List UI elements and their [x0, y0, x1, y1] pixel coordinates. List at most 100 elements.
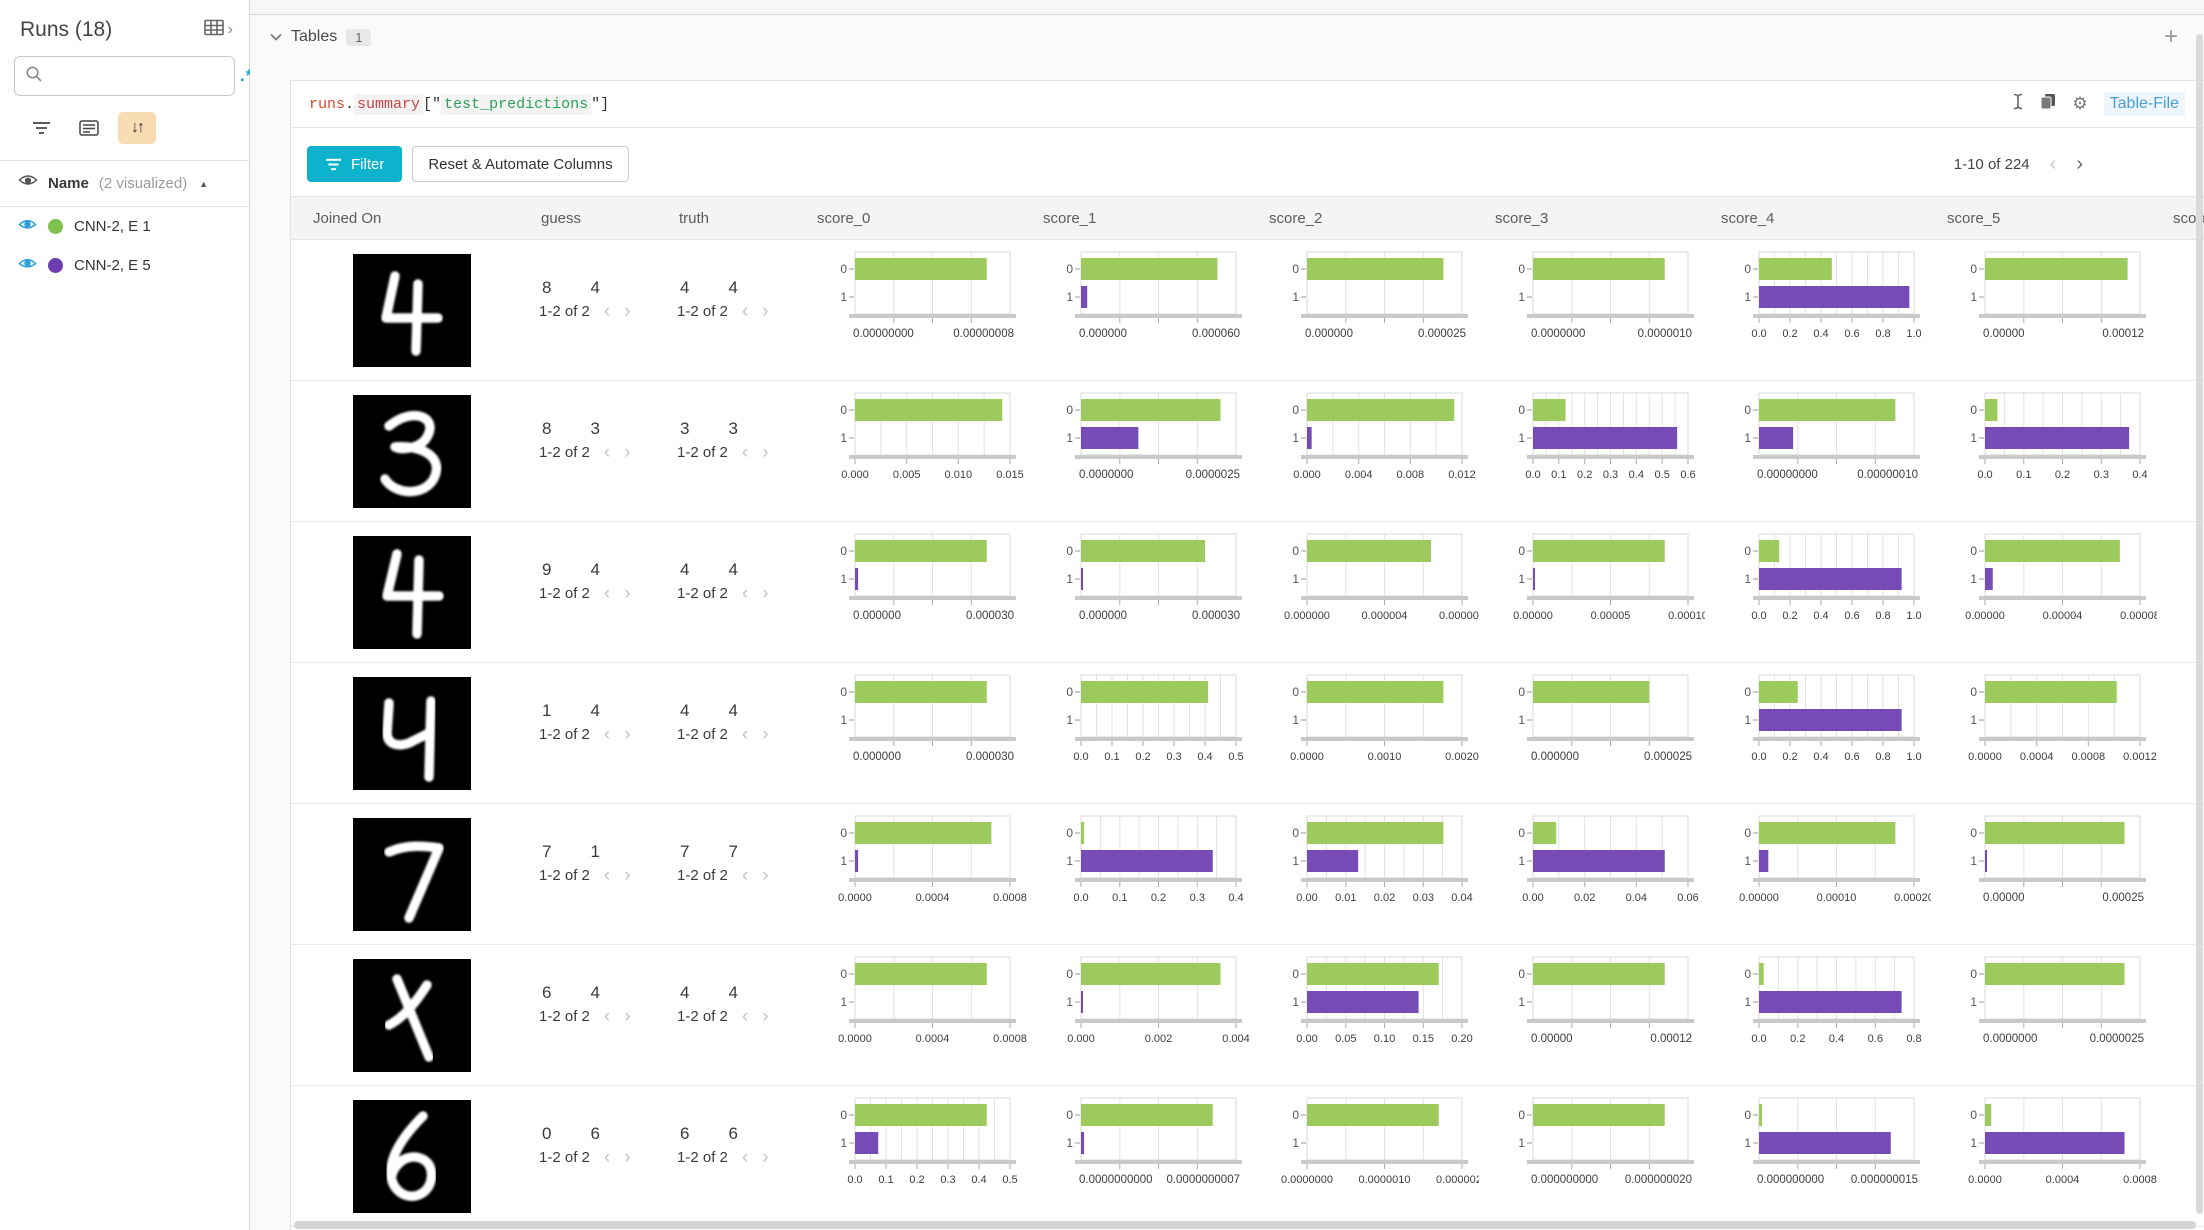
svg-text:0.0020: 0.0020 — [1445, 751, 1479, 763]
svg-text:1: 1 — [840, 431, 847, 445]
next-item-chevron-icon[interactable]: › — [762, 588, 768, 600]
svg-text:0: 0 — [1518, 685, 1525, 699]
filter-funnel-icon[interactable] — [22, 112, 60, 144]
prev-item-chevron-icon[interactable]: ‹ — [604, 729, 610, 741]
score-chart-cell: 010.0000000.000025 — [1489, 663, 1715, 803]
next-item-chevron-icon[interactable]: › — [762, 870, 768, 882]
svg-text:0.03: 0.03 — [1413, 892, 1434, 904]
next-item-chevron-icon[interactable]: › — [762, 306, 768, 318]
guess-cell: 64 1-2 of 2 ‹ › — [535, 945, 673, 1085]
run-visibility-eye-icon[interactable] — [18, 257, 37, 274]
runs-table-grid-icon[interactable] — [204, 19, 226, 42]
next-item-chevron-icon[interactable]: › — [624, 729, 630, 741]
chevron-down-icon[interactable] — [270, 28, 282, 46]
svg-text:0.0000010: 0.0000010 — [1359, 1174, 1411, 1186]
prev-item-chevron-icon[interactable]: ‹ — [742, 1011, 748, 1023]
prev-item-chevron-icon[interactable]: ‹ — [604, 870, 610, 882]
svg-text:0.000000020: 0.000000020 — [1625, 1174, 1692, 1186]
svg-text:0.0000020: 0.0000020 — [1436, 1174, 1479, 1186]
svg-text:0: 0 — [1970, 544, 1977, 558]
handwritten-7-image[interactable] — [353, 818, 471, 931]
handwritten-4-image[interactable] — [353, 677, 471, 790]
prev-item-chevron-icon[interactable]: ‹ — [604, 1011, 610, 1023]
column-header-score_0[interactable]: score_0 — [811, 210, 1037, 227]
score-chart-cell: 010.0000000.000030 — [811, 522, 1037, 662]
column-header-score_1[interactable]: score_1 — [1037, 210, 1263, 227]
prev-item-chevron-icon[interactable]: ‹ — [604, 588, 610, 600]
column-header-score_3[interactable]: score_3 — [1489, 210, 1715, 227]
truth-value: 4 — [728, 983, 737, 1003]
prev-item-chevron-icon[interactable]: ‹ — [742, 447, 748, 459]
prev-page-chevron-icon[interactable]: ‹ — [2050, 157, 2057, 171]
run-visibility-eye-icon[interactable] — [18, 218, 37, 235]
score-chart-cell: 010.00000.00040.00080.0012 — [1941, 663, 2167, 803]
text-cursor-icon[interactable] — [2012, 93, 2024, 115]
score-chart-cell: 010.00.10.20.30.4 — [1941, 381, 2167, 521]
truth-cell: 66 1-2 of 2 ‹ › — [673, 1086, 811, 1226]
column-header-truth[interactable]: truth — [673, 210, 811, 227]
prev-item-chevron-icon[interactable]: ‹ — [742, 306, 748, 318]
search-input[interactable] — [51, 68, 232, 84]
svg-text:1: 1 — [1970, 1136, 1977, 1150]
next-item-chevron-icon[interactable]: › — [624, 1152, 630, 1164]
handwritten-3-image[interactable] — [353, 395, 471, 508]
svg-text:0.00020: 0.00020 — [1894, 892, 1931, 904]
prev-item-chevron-icon[interactable]: ‹ — [604, 447, 610, 459]
svg-text:0.00005: 0.00005 — [1591, 610, 1631, 622]
next-item-chevron-icon[interactable]: › — [624, 1011, 630, 1023]
prev-item-chevron-icon[interactable]: ‹ — [742, 1152, 748, 1164]
prev-item-chevron-icon[interactable]: ‹ — [604, 1152, 610, 1164]
svg-text:0: 0 — [1970, 403, 1977, 417]
runs-name-header[interactable]: Name (2 visualized) ▲ — [0, 161, 249, 207]
next-item-chevron-icon[interactable]: › — [624, 447, 630, 459]
sidebar-expand-chevron-icon[interactable]: › — [228, 21, 233, 39]
table-file-link[interactable]: Table-File — [2104, 92, 2185, 116]
prev-item-chevron-icon[interactable]: ‹ — [742, 588, 748, 600]
svg-text:0.0: 0.0 — [1751, 610, 1766, 622]
prev-item-chevron-icon[interactable]: ‹ — [742, 729, 748, 741]
next-item-chevron-icon[interactable]: › — [762, 447, 768, 459]
column-header-score_4[interactable]: score_4 — [1715, 210, 1941, 227]
next-item-chevron-icon[interactable]: › — [624, 306, 630, 318]
horizontal-scrollbar[interactable] — [294, 1221, 2196, 1229]
next-item-chevron-icon[interactable]: › — [762, 1011, 768, 1023]
handwritten-4-image[interactable] — [353, 536, 471, 649]
visibility-eye-icon[interactable] — [18, 175, 38, 192]
svg-text:0: 0 — [1292, 1108, 1299, 1122]
next-item-chevron-icon[interactable]: › — [624, 588, 630, 600]
handwritten-4-image[interactable] — [353, 959, 471, 1072]
sort-icon[interactable]: ↓↑ — [118, 112, 156, 144]
runs-search-box[interactable]: .* — [14, 56, 235, 96]
filter-button[interactable]: Filter — [307, 146, 402, 182]
svg-text:1: 1 — [1970, 290, 1977, 304]
column-header-guess[interactable]: guess — [535, 210, 673, 227]
column-header-joined-on[interactable]: Joined On — [297, 210, 535, 227]
next-item-chevron-icon[interactable]: › — [762, 1152, 768, 1164]
prev-item-chevron-icon[interactable]: ‹ — [742, 870, 748, 882]
next-item-chevron-icon[interactable]: › — [762, 729, 768, 741]
svg-text:0: 0 — [1518, 1108, 1525, 1122]
column-header-score_5[interactable]: score_5 — [1941, 210, 2167, 227]
reset-automate-columns-button[interactable]: Reset & Automate Columns — [412, 146, 628, 182]
run-list-item[interactable]: CNN-2, E 5 — [0, 246, 249, 285]
run-list-item[interactable]: CNN-2, E 1 — [0, 207, 249, 246]
svg-text:0.06: 0.06 — [1677, 892, 1698, 904]
query-expression-bar[interactable]: runs.summary["test_predictions"] ⚙ Table… — [291, 81, 2204, 128]
sort-caret-up-icon[interactable]: ▲ — [199, 179, 208, 189]
prev-item-chevron-icon[interactable]: ‹ — [604, 306, 610, 318]
table-body: 84 1-2 of 2 ‹ › 44 1-2 of 2 ‹ › 010.0000… — [291, 240, 2204, 1227]
next-page-chevron-icon[interactable]: › — [2076, 157, 2083, 171]
column-header-score_2[interactable]: score_2 — [1263, 210, 1489, 227]
handwritten-4-image[interactable] — [353, 254, 471, 367]
group-list-icon[interactable] — [70, 112, 108, 144]
next-item-chevron-icon[interactable]: › — [624, 870, 630, 882]
vertical-scrollbar[interactable] — [2196, 34, 2203, 1214]
score-bar-chart: 010.000000000.00000008 — [821, 248, 1027, 344]
svg-text:1: 1 — [1518, 572, 1525, 586]
gear-icon[interactable]: ⚙ — [2072, 94, 2087, 114]
handwritten-6-image[interactable] — [353, 1100, 471, 1213]
svg-text:0.0008: 0.0008 — [2071, 751, 2105, 763]
add-panel-icon[interactable]: + — [2164, 28, 2178, 46]
truth-cell: 77 1-2 of 2 ‹ › — [673, 804, 811, 944]
copy-icon[interactable] — [2040, 93, 2056, 115]
